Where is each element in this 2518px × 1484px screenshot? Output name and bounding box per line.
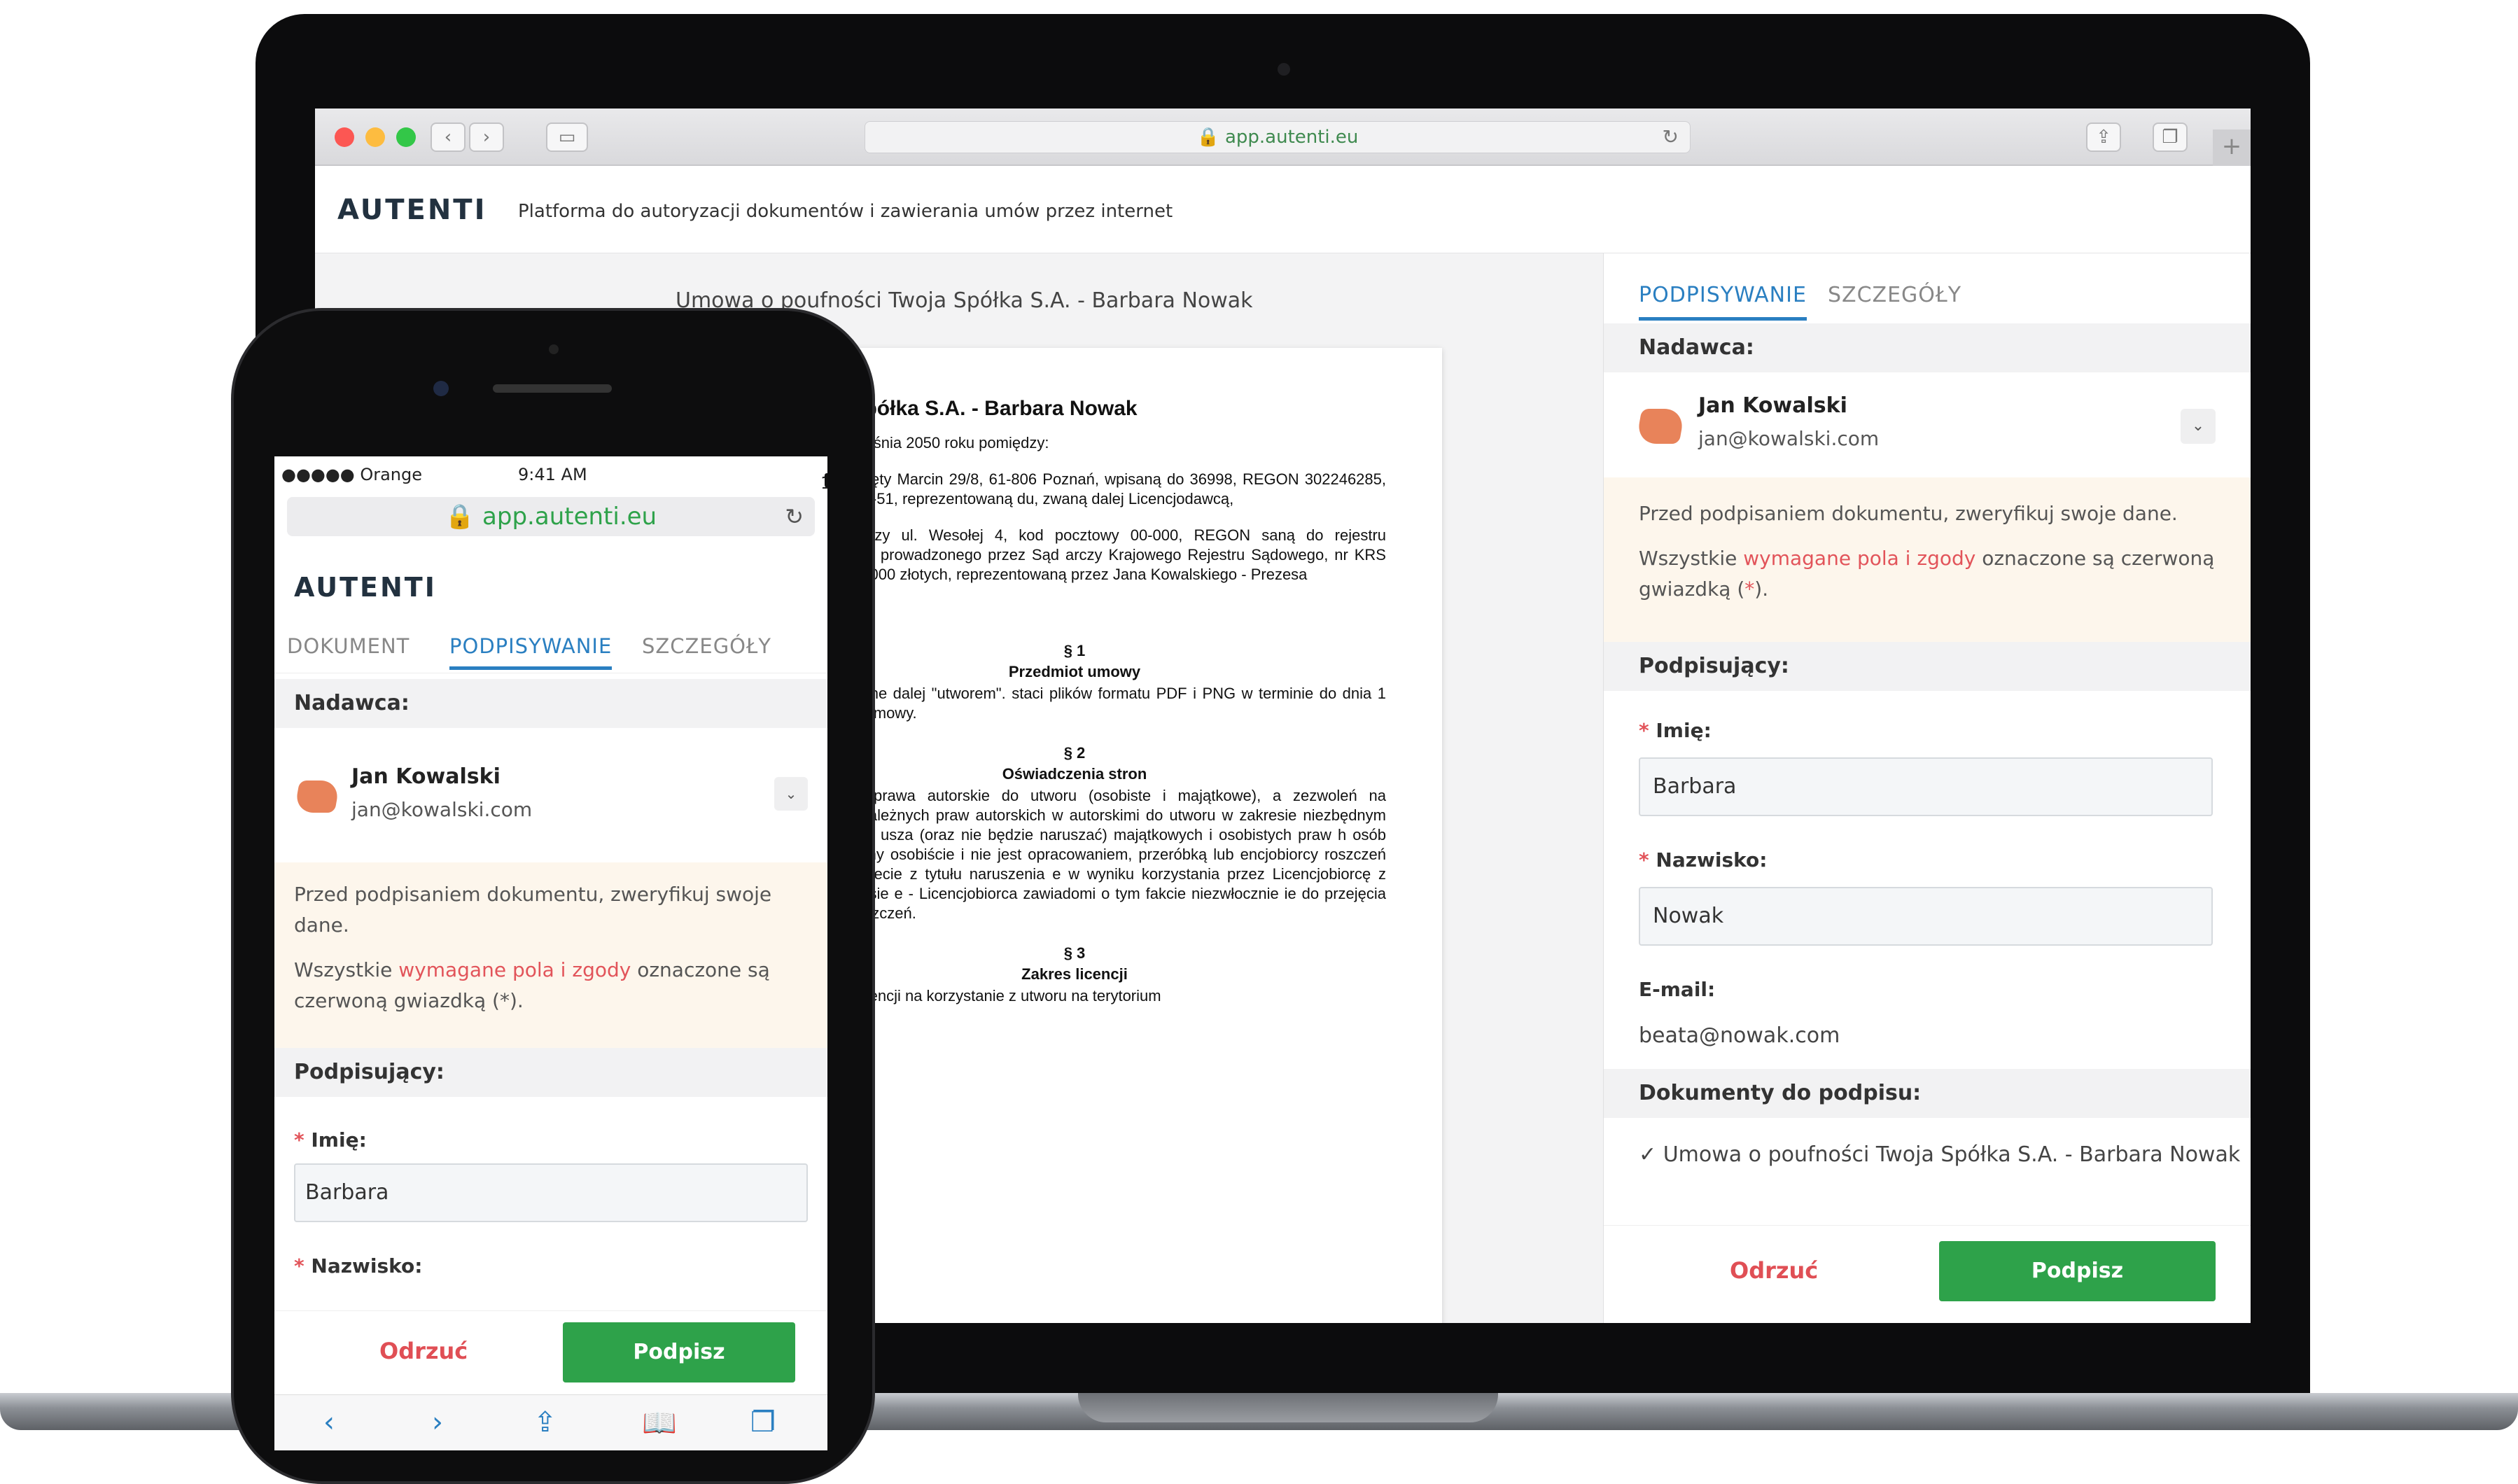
phone-frame: ●●●●● Orange 9:41 AM 100% 🔒 app.autenti.…: [231, 308, 875, 1484]
app-header: AUTENTI Platforma do autoryzacji dokumen…: [315, 166, 2251, 253]
chevron-down-icon[interactable]: ⌄: [2181, 409, 2216, 444]
reload-icon[interactable]: ↻: [1663, 122, 1679, 153]
avatar: [1635, 409, 1686, 444]
laptop-notch: [1078, 1393, 1498, 1422]
minimize-window-button[interactable]: [365, 127, 385, 147]
verification-notice: Przed podpisaniem dokumentu, zweryfikuj …: [1604, 477, 2251, 642]
required-fields-link[interactable]: wymagane pola i zgody: [1743, 547, 1975, 570]
notice-text: Przed podpisaniem dokumentu, zweryfikuj …: [1639, 502, 2178, 525]
required-fields-link[interactable]: wymagane pola i zgody: [398, 958, 631, 981]
sender-email: jan@kowalski.com: [351, 798, 533, 821]
address-bar[interactable]: 🔒 app.autenti.eu ↻: [287, 497, 815, 536]
last-name-label-text: Nazwisko:: [1656, 848, 1768, 872]
tab-document[interactable]: DOKUMENT: [287, 634, 410, 666]
app-tagline: Platforma do autoryzacji dokumentów i za…: [518, 201, 1173, 222]
share-icon[interactable]: ⇪: [2086, 122, 2121, 152]
sender-name: Jan Kowalski: [351, 764, 501, 789]
first-name-field[interactable]: Barbara: [1639, 757, 2213, 816]
lock-icon: 🔒: [1196, 127, 1219, 148]
document-list-item[interactable]: ✓ Umowa o poufności Twoja Spółka S.A. - …: [1639, 1142, 2240, 1167]
notice-text-part: Wszystkie: [1639, 547, 1744, 570]
sender-section-header: Nadawca:: [1604, 323, 2251, 372]
maximize-window-button[interactable]: [396, 127, 416, 147]
close-window-button[interactable]: [335, 127, 354, 147]
required-asterisk: *: [1639, 848, 1656, 872]
required-asterisk: *: [1639, 719, 1656, 742]
required-asterisk: *: [294, 1254, 312, 1278]
avatar: [293, 780, 341, 813]
tab-details[interactable]: SZCZEGÓŁY: [1828, 283, 1961, 317]
required-asterisk: *: [294, 1128, 312, 1152]
share-icon[interactable]: ⇪: [533, 1406, 557, 1438]
forward-icon[interactable]: ›: [432, 1406, 443, 1438]
reload-icon[interactable]: ↻: [785, 497, 804, 536]
notice-required-text: Wszystkie wymagane pola i zgody oznaczon…: [1639, 543, 2216, 605]
notice-required-text: Wszystkie wymagane pola i zgody oznaczon…: [294, 955, 808, 1016]
tabs-icon[interactable]: ❐: [2153, 122, 2188, 152]
sign-button[interactable]: Podpisz: [1939, 1241, 2216, 1301]
last-name-label: * Nazwisko:: [1639, 848, 1767, 872]
back-icon[interactable]: ‹: [431, 122, 466, 152]
notice-text-part: Wszystkie: [294, 958, 399, 981]
sidebar-icon[interactable]: ▭: [546, 122, 588, 152]
reject-button[interactable]: Odrzuć: [1730, 1257, 1818, 1284]
back-icon[interactable]: ‹: [323, 1406, 335, 1438]
email-value: beata@nowak.com: [1639, 1023, 1840, 1048]
tabs-icon[interactable]: ❐: [750, 1406, 776, 1438]
sender-email: jan@kowalski.com: [1698, 427, 1880, 450]
first-name-label-text: Imię:: [1656, 719, 1712, 742]
signer-section-header: Podpisujący:: [1604, 642, 2251, 691]
first-name-label: * Imię:: [294, 1128, 367, 1152]
sign-button[interactable]: Podpisz: [563, 1322, 795, 1382]
browser-toolbar: ‹ › ▭ 🔒 app.autenti.eu ↻ ⇪ ❐ +: [315, 108, 2251, 166]
autenti-logo[interactable]: AUTENTI: [294, 572, 437, 603]
last-name-field[interactable]: Nowak: [1639, 887, 2213, 946]
laptop-camera: [1278, 63, 1290, 76]
signing-panel: PODPISYWANIE SZCZEGÓŁY Nadawca: Jan Kowa…: [1603, 253, 2251, 1323]
first-name-field[interactable]: Barbara: [294, 1163, 808, 1222]
phone-speaker: [493, 384, 612, 393]
phone-tabs: DOKUMENT PODPISYWANIE SZCZEGÓŁY: [274, 624, 827, 673]
tab-sign[interactable]: PODPISYWANIE: [449, 634, 613, 670]
autenti-logo[interactable]: AUTENTI: [337, 194, 487, 226]
documents-section-header: Dokumenty do podpisu:: [1604, 1069, 2251, 1118]
address-bar[interactable]: 🔒 app.autenti.eu ↻: [865, 121, 1691, 153]
battery-icon: [825, 473, 827, 487]
verification-notice: Przed podpisaniem dokumentu, zweryfikuj …: [274, 862, 827, 1048]
lock-icon: 🔒: [445, 503, 475, 531]
notice-text: Przed podpisaniem dokumentu, zweryfikuj …: [294, 883, 772, 937]
action-bar: Odrzuć Podpisz: [274, 1310, 827, 1394]
email-label: E-mail:: [1639, 978, 1716, 1001]
sender-section-header: Nadawca:: [274, 679, 827, 728]
forward-icon[interactable]: ›: [469, 122, 504, 152]
clock: 9:41 AM: [518, 465, 587, 484]
reject-button[interactable]: Odrzuć: [379, 1338, 468, 1364]
status-bar: ●●●●● Orange 9:41 AM 100%: [274, 456, 827, 493]
first-name-label-text: Imię:: [311, 1128, 367, 1152]
check-icon: ✓: [1639, 1142, 1663, 1167]
phone-screen: ●●●●● Orange 9:41 AM 100% 🔒 app.autenti.…: [274, 456, 827, 1450]
chevron-down-icon[interactable]: ⌄: [774, 777, 808, 811]
sender-card: Jan Kowalski jan@kowalski.com ⌄: [1604, 372, 2251, 477]
phone-sensor: [549, 344, 559, 354]
url-text: app.autenti.eu: [1224, 127, 1359, 148]
url-text: app.autenti.eu: [482, 503, 657, 531]
new-tab-button[interactable]: +: [2213, 130, 2251, 166]
document-list-item-label: Umowa o poufności Twoja Spółka S.A. - Ba…: [1663, 1142, 2241, 1167]
phone-camera: [433, 381, 449, 396]
required-asterisk: *: [1744, 578, 1755, 601]
panel-tabs: PODPISYWANIE SZCZEGÓŁY: [1604, 253, 2251, 323]
tab-sign[interactable]: PODPISYWANIE: [1639, 283, 1807, 321]
notice-text-part: ).: [1754, 578, 1769, 601]
tab-details[interactable]: SZCZEGÓŁY: [642, 634, 771, 666]
last-name-label-text: Nazwisko:: [311, 1254, 423, 1278]
first-name-label: * Imię:: [1639, 719, 1712, 742]
last-name-label: * Nazwisko:: [294, 1254, 422, 1278]
action-bar: Odrzuć Podpisz: [1604, 1225, 2251, 1323]
signer-section-header: Podpisujący:: [274, 1048, 827, 1097]
carrier: ●●●●● Orange: [281, 465, 423, 484]
sender-name: Jan Kowalski: [1698, 393, 1847, 418]
bookmarks-icon[interactable]: 📖: [642, 1406, 677, 1439]
safari-toolbar: ‹ › ⇪ 📖 ❐: [274, 1394, 827, 1450]
